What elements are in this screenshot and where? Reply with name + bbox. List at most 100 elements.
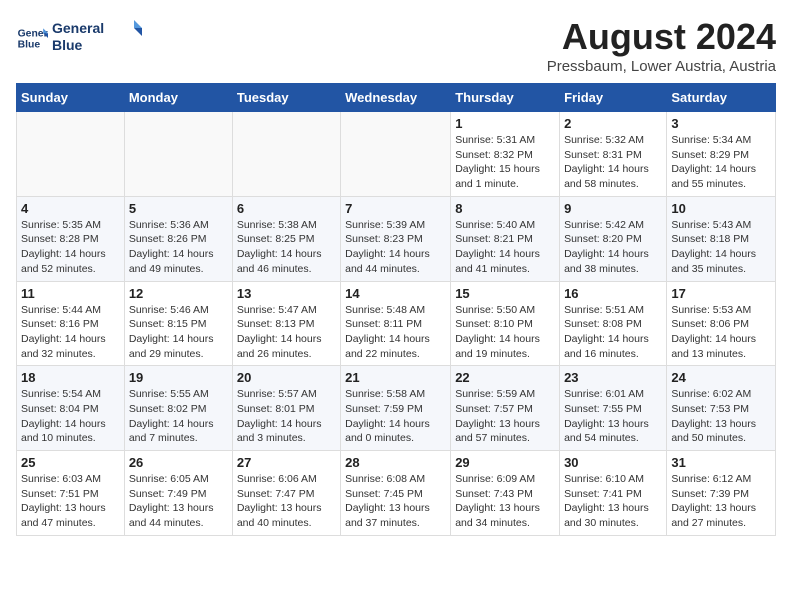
- day-number: 12: [129, 286, 228, 301]
- calendar-cell: 19 Sunrise: 5:55 AM Sunset: 8:02 PM Dayli…: [124, 366, 232, 451]
- day-number: 13: [237, 286, 336, 301]
- logo-icon: General Blue: [16, 22, 48, 54]
- day-info: Sunrise: 5:46 AM Sunset: 8:15 PM Dayligh…: [129, 303, 228, 362]
- week-row-5: 25 Sunrise: 6:03 AM Sunset: 7:51 PM Dayli…: [17, 451, 776, 536]
- day-number: 7: [345, 201, 446, 216]
- day-number: 27: [237, 455, 336, 470]
- day-info: Sunrise: 6:05 AM Sunset: 7:49 PM Dayligh…: [129, 472, 228, 531]
- calendar-cell: 4Sunrise: 5:35 AM Sunset: 8:28 PM Daylig…: [17, 196, 125, 281]
- day-info: Sunrise: 5:57 AM Sunset: 8:01 PM Dayligh…: [237, 387, 336, 446]
- calendar-cell: 14 Sunrise: 5:48 AM Sunset: 8:11 PM Dayli…: [341, 281, 451, 366]
- day-info: Sunrise: 5:38 AM Sunset: 8:25 PM Dayligh…: [237, 218, 336, 277]
- day-number: 11: [21, 286, 120, 301]
- day-number: 28: [345, 455, 446, 470]
- day-info: Sunrise: 6:09 AM Sunset: 7:43 PM Dayligh…: [455, 472, 555, 531]
- day-number: 5: [129, 201, 228, 216]
- page-header: General Blue General Blue August 2024 Pr…: [16, 16, 776, 75]
- day-number: 14: [345, 286, 446, 301]
- logo-text: General Blue: [52, 16, 142, 59]
- day-info: Sunrise: 6:08 AM Sunset: 7:45 PM Dayligh…: [345, 472, 446, 531]
- calendar-cell: 17 Sunrise: 5:53 AM Sunset: 8:06 PM Dayli…: [667, 281, 776, 366]
- week-row-4: 18Sunrise: 5:54 AM Sunset: 8:04 PM Dayli…: [17, 366, 776, 451]
- day-number: 3: [671, 116, 771, 131]
- day-info: Sunrise: 5:34 AM Sunset: 8:29 PM Dayligh…: [671, 133, 771, 192]
- header-day-tuesday: Tuesday: [232, 84, 340, 112]
- calendar-cell: 10 Sunrise: 5:43 AM Sunset: 8:18 PM Dayli…: [667, 196, 776, 281]
- calendar-cell: 3 Sunrise: 5:34 AM Sunset: 8:29 PM Daylig…: [667, 112, 776, 197]
- day-info: Sunrise: 5:43 AM Sunset: 8:18 PM Dayligh…: [671, 218, 771, 277]
- day-info: Sunrise: 5:58 AM Sunset: 7:59 PM Dayligh…: [345, 387, 446, 446]
- calendar-cell: 6 Sunrise: 5:38 AM Sunset: 8:25 PM Daylig…: [232, 196, 340, 281]
- calendar-cell: [341, 112, 451, 197]
- svg-text:Blue: Blue: [52, 37, 83, 53]
- svg-text:General: General: [52, 20, 104, 36]
- day-number: 15: [455, 286, 555, 301]
- day-number: 29: [455, 455, 555, 470]
- day-number: 22: [455, 370, 555, 385]
- calendar-cell: 21 Sunrise: 5:58 AM Sunset: 7:59 PM Dayli…: [341, 366, 451, 451]
- calendar-cell: 16Sunrise: 5:51 AM Sunset: 8:08 PM Dayli…: [560, 281, 667, 366]
- calendar-table: SundayMondayTuesdayWednesdayThursdayFrid…: [16, 83, 776, 536]
- day-number: 21: [345, 370, 446, 385]
- calendar-cell: 29 Sunrise: 6:09 AM Sunset: 7:43 PM Dayli…: [451, 451, 560, 536]
- day-info: Sunrise: 6:10 AM Sunset: 7:41 PM Dayligh…: [564, 472, 662, 531]
- day-info: Sunrise: 5:36 AM Sunset: 8:26 PM Dayligh…: [129, 218, 228, 277]
- day-number: 25: [21, 455, 120, 470]
- day-number: 26: [129, 455, 228, 470]
- calendar-subtitle: Pressbaum, Lower Austria, Austria: [547, 58, 776, 75]
- day-info: Sunrise: 5:51 AM Sunset: 8:08 PM Dayligh…: [564, 303, 662, 362]
- calendar-cell: [232, 112, 340, 197]
- day-number: 23: [564, 370, 662, 385]
- day-info: Sunrise: 6:06 AM Sunset: 7:47 PM Dayligh…: [237, 472, 336, 531]
- day-info: Sunrise: 5:55 AM Sunset: 8:02 PM Dayligh…: [129, 387, 228, 446]
- day-info: Sunrise: 6:03 AM Sunset: 7:51 PM Dayligh…: [21, 472, 120, 531]
- calendar-cell: 13 Sunrise: 5:47 AM Sunset: 8:13 PM Dayli…: [232, 281, 340, 366]
- day-info: Sunrise: 5:44 AM Sunset: 8:16 PM Dayligh…: [21, 303, 120, 362]
- header-day-sunday: Sunday: [17, 84, 125, 112]
- calendar-cell: 1Sunrise: 5:31 AM Sunset: 8:32 PM Daylig…: [451, 112, 560, 197]
- day-number: 6: [237, 201, 336, 216]
- day-number: 4: [21, 201, 120, 216]
- calendar-cell: [124, 112, 232, 197]
- day-info: Sunrise: 5:39 AM Sunset: 8:23 PM Dayligh…: [345, 218, 446, 277]
- calendar-cell: 15Sunrise: 5:50 AM Sunset: 8:10 PM Dayli…: [451, 281, 560, 366]
- calendar-cell: 31 Sunrise: 6:12 AM Sunset: 7:39 PM Dayli…: [667, 451, 776, 536]
- day-info: Sunrise: 5:59 AM Sunset: 7:57 PM Dayligh…: [455, 387, 555, 446]
- day-info: Sunrise: 5:32 AM Sunset: 8:31 PM Dayligh…: [564, 133, 662, 192]
- day-number: 17: [671, 286, 771, 301]
- header-day-saturday: Saturday: [667, 84, 776, 112]
- day-info: Sunrise: 5:48 AM Sunset: 8:11 PM Dayligh…: [345, 303, 446, 362]
- calendar-cell: 11 Sunrise: 5:44 AM Sunset: 8:16 PM Dayli…: [17, 281, 125, 366]
- calendar-cell: 5 Sunrise: 5:36 AM Sunset: 8:26 PM Daylig…: [124, 196, 232, 281]
- day-number: 20: [237, 370, 336, 385]
- day-number: 2: [564, 116, 662, 131]
- calendar-cell: 24Sunrise: 6:02 AM Sunset: 7:53 PM Dayli…: [667, 366, 776, 451]
- day-info: Sunrise: 6:02 AM Sunset: 7:53 PM Dayligh…: [671, 387, 771, 446]
- svg-text:Blue: Blue: [18, 39, 41, 50]
- day-info: Sunrise: 6:01 AM Sunset: 7:55 PM Dayligh…: [564, 387, 662, 446]
- calendar-cell: 2 Sunrise: 5:32 AM Sunset: 8:31 PM Daylig…: [560, 112, 667, 197]
- day-number: 8: [455, 201, 555, 216]
- calendar-cell: 23 Sunrise: 6:01 AM Sunset: 7:55 PM Dayli…: [560, 366, 667, 451]
- days-header-row: SundayMondayTuesdayWednesdayThursdayFrid…: [17, 84, 776, 112]
- calendar-cell: 9Sunrise: 5:42 AM Sunset: 8:20 PM Daylig…: [560, 196, 667, 281]
- day-info: Sunrise: 6:12 AM Sunset: 7:39 PM Dayligh…: [671, 472, 771, 531]
- calendar-cell: 18Sunrise: 5:54 AM Sunset: 8:04 PM Dayli…: [17, 366, 125, 451]
- calendar-cell: 12 Sunrise: 5:46 AM Sunset: 8:15 PM Dayli…: [124, 281, 232, 366]
- calendar-cell: 27 Sunrise: 6:06 AM Sunset: 7:47 PM Dayli…: [232, 451, 340, 536]
- day-info: Sunrise: 5:54 AM Sunset: 8:04 PM Dayligh…: [21, 387, 120, 446]
- calendar-cell: 25 Sunrise: 6:03 AM Sunset: 7:51 PM Dayli…: [17, 451, 125, 536]
- calendar-cell: 28 Sunrise: 6:08 AM Sunset: 7:45 PM Dayli…: [341, 451, 451, 536]
- day-number: 31: [671, 455, 771, 470]
- day-number: 9: [564, 201, 662, 216]
- week-row-1: 1Sunrise: 5:31 AM Sunset: 8:32 PM Daylig…: [17, 112, 776, 197]
- day-number: 19: [129, 370, 228, 385]
- logo: General Blue General Blue: [16, 16, 142, 59]
- day-info: Sunrise: 5:53 AM Sunset: 8:06 PM Dayligh…: [671, 303, 771, 362]
- header-day-thursday: Thursday: [451, 84, 560, 112]
- header-day-friday: Friday: [560, 84, 667, 112]
- day-info: Sunrise: 5:47 AM Sunset: 8:13 PM Dayligh…: [237, 303, 336, 362]
- calendar-cell: 26 Sunrise: 6:05 AM Sunset: 7:49 PM Dayli…: [124, 451, 232, 536]
- day-info: Sunrise: 5:31 AM Sunset: 8:32 PM Dayligh…: [455, 133, 555, 192]
- day-number: 10: [671, 201, 771, 216]
